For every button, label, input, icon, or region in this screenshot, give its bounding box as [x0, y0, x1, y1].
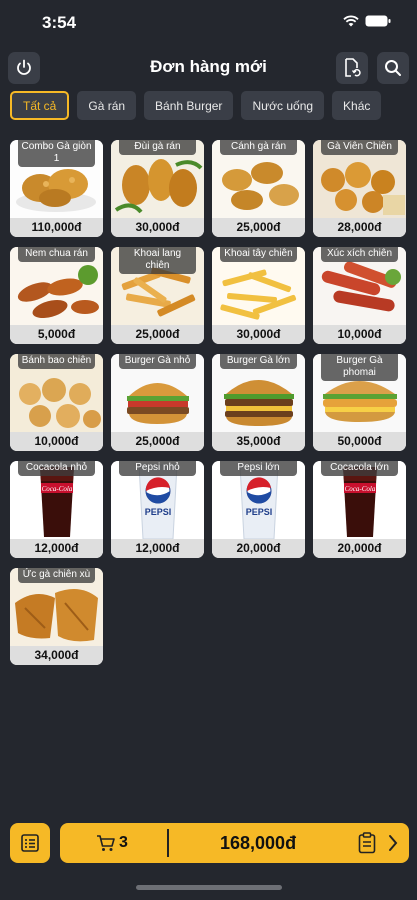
- product-card[interactable]: PEPSI Pepsi lớn 20,000đ: [212, 461, 305, 558]
- product-name: Bánh bao chiên: [18, 354, 95, 369]
- status-bar: 3:54: [0, 0, 417, 44]
- tab-fried-chicken[interactable]: Gà rán: [77, 91, 137, 120]
- product-name: Xúc xích chiên: [321, 247, 398, 262]
- refresh-document-button[interactable]: [336, 52, 368, 84]
- cart-count-group: 3: [96, 823, 128, 863]
- clipboard-icon: [358, 832, 376, 854]
- divider: [167, 829, 169, 857]
- product-card[interactable]: Đùi gà rán 30,000đ: [111, 140, 204, 237]
- order-list-button[interactable]: [10, 823, 50, 863]
- bottom-bar: 3 168,000đ: [10, 823, 409, 863]
- product-name: Khoai tây chiên: [220, 247, 297, 262]
- product-price: 25,000đ: [212, 218, 305, 237]
- product-card[interactable]: Khoai tây chiên 30,000đ: [212, 247, 305, 344]
- tab-drinks[interactable]: Nước uống: [241, 91, 325, 120]
- product-price: 28,000đ: [313, 218, 406, 237]
- product-name: Ức gà chiên xù: [18, 568, 95, 583]
- product-grid: Combo Gà giòn 1 110,000đ Đùi gà rán 30,000đ…: [10, 140, 406, 665]
- product-card[interactable]: Ức gà chiên xù 34,000đ: [10, 568, 103, 665]
- product-card[interactable]: Xúc xích chiên 10,000đ: [313, 247, 406, 344]
- product-card[interactable]: Khoai lang chiên 25,000đ: [111, 247, 204, 344]
- status-time: 3:54: [42, 13, 77, 32]
- product-price: 12,000đ: [10, 539, 103, 558]
- product-card[interactable]: Burger Gà nhỏ 25,000đ: [111, 354, 204, 451]
- svg-text:PEPSI: PEPSI: [145, 507, 172, 517]
- chevron-right-icon: [389, 835, 398, 851]
- product-price: 20,000đ: [313, 539, 406, 558]
- cart-icon: [97, 835, 115, 851]
- product-price: 30,000đ: [111, 218, 204, 237]
- product-price: 5,000đ: [10, 325, 103, 344]
- product-price: 10,000đ: [313, 325, 406, 344]
- product-price: 10,000đ: [10, 432, 103, 451]
- search-icon: [385, 60, 401, 76]
- tab-all[interactable]: Tất cả: [10, 91, 70, 120]
- product-price: 25,000đ: [111, 325, 204, 344]
- product-name: Gà Viên Chiên: [321, 140, 398, 155]
- home-indicator: [136, 885, 282, 890]
- product-price: 35,000đ: [212, 432, 305, 451]
- product-name: Cánh gà rán: [220, 140, 297, 155]
- product-name: Đùi gà rán: [119, 140, 196, 155]
- product-card[interactable]: Coca-Cola Cocacola nhỏ 12,000đ: [10, 461, 103, 558]
- svg-text:Coca-Cola: Coca-Cola: [345, 485, 376, 493]
- category-tabs: Tất cả Gà rán Bánh Burger Nước uống Khác: [10, 91, 382, 120]
- product-price: 25,000đ: [111, 432, 204, 451]
- battery-icon: [365, 15, 391, 27]
- product-price: 110,000đ: [10, 218, 103, 237]
- cart-count: 3: [119, 834, 128, 851]
- product-price: 34,000đ: [10, 646, 103, 665]
- cart-checkout-bar[interactable]: 3 168,000đ: [60, 823, 409, 863]
- product-card[interactable]: Bánh bao chiên 10,000đ: [10, 354, 103, 451]
- list-icon: [21, 834, 39, 852]
- product-card[interactable]: Coca-Cola Cocacola lớn 20,000đ: [313, 461, 406, 558]
- product-card[interactable]: Burger Gà phomai 50,000đ: [313, 354, 406, 451]
- search-button[interactable]: [377, 52, 409, 84]
- tab-other[interactable]: Khác: [332, 91, 382, 120]
- product-name: Combo Gà giòn 1: [18, 140, 95, 167]
- svg-text:PEPSI: PEPSI: [246, 507, 273, 517]
- product-card[interactable]: Burger Gà lớn 35,000đ: [212, 354, 305, 451]
- product-price: 20,000đ: [212, 539, 305, 558]
- svg-text:Coca-Cola: Coca-Cola: [42, 485, 73, 493]
- tab-burger[interactable]: Bánh Burger: [144, 91, 234, 120]
- product-name: Cocacola nhỏ: [18, 461, 95, 476]
- product-name: Cocacola lớn: [321, 461, 398, 476]
- header: Đơn hàng mới: [0, 50, 417, 86]
- document-refresh-icon: [345, 58, 361, 77]
- product-card[interactable]: Nem chua rán 5,000đ: [10, 247, 103, 344]
- status-icons: [343, 15, 391, 27]
- cart-total: 168,000đ: [220, 833, 297, 853]
- product-card[interactable]: Cánh gà rán 25,000đ: [212, 140, 305, 237]
- product-price: 12,000đ: [111, 539, 204, 558]
- product-price: 30,000đ: [212, 325, 305, 344]
- product-name: Burger Gà phomai: [321, 354, 398, 381]
- product-name: Burger Gà lớn: [220, 354, 297, 369]
- product-name: Nem chua rán: [18, 247, 95, 262]
- product-name: Burger Gà nhỏ: [119, 354, 196, 369]
- product-name: Pepsi nhỏ: [119, 461, 196, 476]
- product-card[interactable]: Combo Gà giòn 1 110,000đ: [10, 140, 103, 237]
- product-card[interactable]: PEPSI Pepsi nhỏ 12,000đ: [111, 461, 204, 558]
- product-price: 50,000đ: [313, 432, 406, 451]
- product-name: Khoai lang chiên: [119, 247, 196, 274]
- product-card[interactable]: Gà Viên Chiên 28,000đ: [313, 140, 406, 237]
- wifi-icon: [343, 15, 359, 27]
- product-name: Pepsi lớn: [220, 461, 297, 476]
